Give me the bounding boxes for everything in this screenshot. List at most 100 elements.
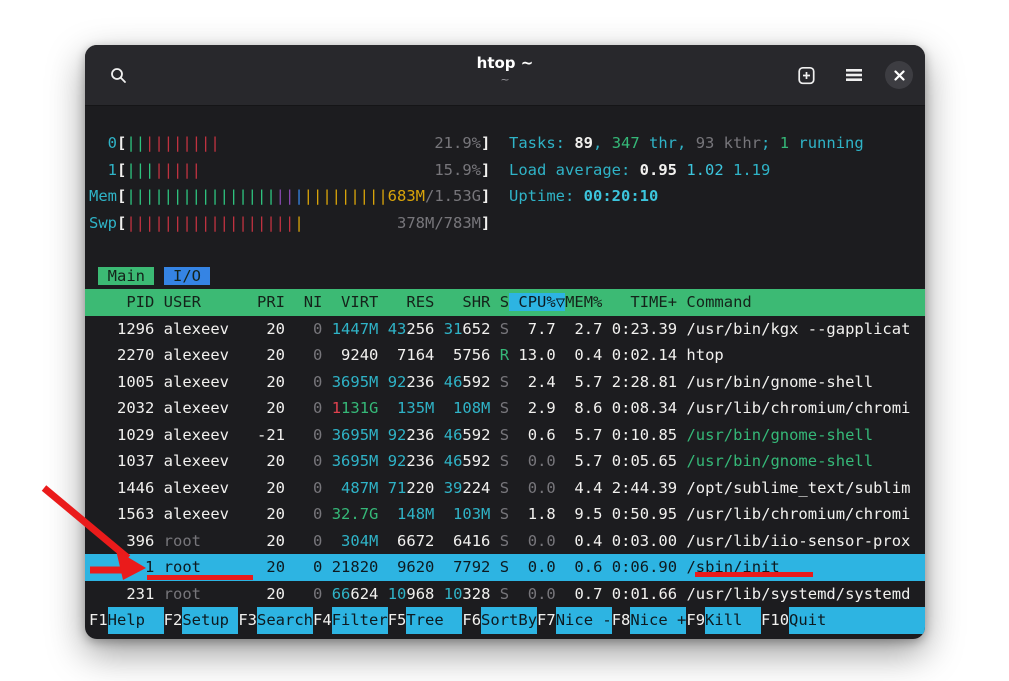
cell-command: /opt/sublime_text/sublim xyxy=(677,479,910,497)
cell-cpu: 7.7 xyxy=(509,320,556,338)
cell-shr: 31652 xyxy=(434,320,490,338)
process-row-selected[interactable]: 1 root 20 0 21820 9620 7792 S 0.0 0.6 0:… xyxy=(85,554,925,581)
tab-main[interactable]: Main xyxy=(98,267,154,285)
cell-pri: -21 xyxy=(248,426,285,444)
cell-command: /usr/lib/chromium/chromi xyxy=(677,399,910,417)
cell-ni: 0 xyxy=(285,320,322,338)
cell-res: 43256 xyxy=(378,320,434,338)
process-row[interactable]: 2270 alexeev 20 0 9240 7164 5756 R 13.0 … xyxy=(85,342,925,369)
cell-shr: 46592 xyxy=(434,373,490,391)
meter-line-0: 0[|||||||||| 21.9%] Tasks: 89, 347 thr, … xyxy=(85,130,925,157)
column-header-mem[interactable]: ▽MEM% xyxy=(556,293,603,311)
cell-mem: 0.6 xyxy=(556,558,603,576)
process-row[interactable]: 1005 alexeev 20 0 3695M 92236 46592 S 2.… xyxy=(85,369,925,396)
column-header-cpu[interactable]: CPU% xyxy=(509,293,556,311)
process-row[interactable]: 1446 alexeev 20 0 487M 71220 39224 S 0.0… xyxy=(85,475,925,502)
cell-time: 0:06.90 xyxy=(602,558,677,576)
cell-user: alexeev xyxy=(154,346,247,364)
cell-pid: 231 xyxy=(89,585,154,603)
cell-command: /usr/lib/chromium/chromi xyxy=(677,505,910,523)
cell-shr: 108M xyxy=(434,399,490,417)
cell-mem: 0.7 xyxy=(556,585,603,603)
cell-mem: 0.4 xyxy=(556,532,603,550)
column-header-shr[interactable]: SHR xyxy=(434,293,490,311)
process-row[interactable]: 1563 alexeev 20 0 32.7G 148M 103M S 1.8 … xyxy=(85,501,925,528)
close-button[interactable] xyxy=(885,61,913,89)
process-row[interactable]: 2032 alexeev 20 0 1131G 135M 108M S 2.9 … xyxy=(85,395,925,422)
process-row[interactable]: 231 root 20 0 66624 10968 10328 S 0.0 0.… xyxy=(85,581,925,608)
fkey-bar-filler xyxy=(826,607,925,634)
fkey-f9-kill[interactable]: Kill xyxy=(705,607,761,634)
cell-cpu: 0.6 xyxy=(509,426,556,444)
cell-virt: 32.7G xyxy=(322,505,378,523)
cell-user: root xyxy=(154,558,247,576)
cell-command: /usr/lib/systemd/systemd xyxy=(677,585,910,603)
cell-s: S xyxy=(490,479,509,497)
process-row[interactable]: 1037 alexeev 20 0 3695M 92236 46592 S 0.… xyxy=(85,448,925,475)
cell-cpu: 0.0 xyxy=(509,532,556,550)
cell-virt: 3695M xyxy=(322,373,378,391)
cell-cpu: 0.0 xyxy=(509,452,556,470)
cell-mem: 4.4 xyxy=(556,479,603,497)
cell-res: 7164 xyxy=(378,346,434,364)
cell-pri: 20 xyxy=(248,558,285,576)
cell-ni: 0 xyxy=(285,558,322,576)
menu-icon xyxy=(845,68,863,82)
column-header-ni[interactable]: NI xyxy=(285,293,322,311)
cell-ni: 0 xyxy=(285,346,322,364)
cell-res: 6672 xyxy=(378,532,434,550)
cell-user: alexeev xyxy=(154,399,247,417)
cell-user: alexeev xyxy=(154,505,247,523)
fkey-f8-nice-[interactable]: Nice + xyxy=(630,607,686,634)
cell-user: root xyxy=(154,532,247,550)
column-header-res[interactable]: RES xyxy=(378,293,434,311)
fkey-f2-setup[interactable]: Setup xyxy=(182,607,238,634)
new-tab-button[interactable] xyxy=(789,58,823,92)
cell-s: S xyxy=(490,320,509,338)
spacer-line xyxy=(85,236,925,263)
process-row[interactable]: 1029 alexeev -21 0 3695M 92236 46592 S 0… xyxy=(85,422,925,449)
column-header-pid[interactable]: PID xyxy=(89,293,154,311)
cell-virt: 9240 xyxy=(322,346,378,364)
fkey-f1-help[interactable]: Help xyxy=(108,607,164,634)
cell-user: alexeev xyxy=(154,426,247,444)
fkey-f2-key: F2 xyxy=(164,607,183,634)
cell-res: 92236 xyxy=(378,452,434,470)
column-header-user[interactable]: USER xyxy=(154,293,247,311)
cell-shr: 5756 xyxy=(434,346,490,364)
search-icon xyxy=(110,67,127,84)
fkey-f7-nice-[interactable]: Nice - xyxy=(556,607,612,634)
fkey-f10-quit[interactable]: Quit xyxy=(789,607,826,634)
cell-time: 0:10.85 xyxy=(602,426,677,444)
tab-io[interactable]: I/O xyxy=(164,267,211,285)
column-header-command[interactable]: Command xyxy=(677,293,752,311)
console-window: htop ~ ~ xyxy=(85,45,925,639)
fkey-f3-search[interactable]: Search xyxy=(257,607,313,634)
cell-shr: 6416 xyxy=(434,532,490,550)
cell-pid: 1037 xyxy=(89,452,154,470)
function-key-bar: F1Help F2Setup F3SearchF4FilterF5Tree F6… xyxy=(85,607,925,634)
cell-time: 0:23.39 xyxy=(602,320,677,338)
cell-cpu: 13.0 xyxy=(509,346,556,364)
column-header-s[interactable]: S xyxy=(490,293,509,311)
column-header-time[interactable]: TIME+ xyxy=(602,293,677,311)
titlebar[interactable]: htop ~ ~ xyxy=(85,45,925,106)
menu-button[interactable] xyxy=(837,58,871,92)
cell-shr: 10328 xyxy=(434,585,490,603)
cell-res: 10968 xyxy=(378,585,434,603)
cell-res: 135M xyxy=(378,399,434,417)
fkey-f5-tree[interactable]: Tree xyxy=(406,607,462,634)
cell-pri: 20 xyxy=(248,399,285,417)
cell-shr: 103M xyxy=(434,505,490,523)
fkey-f6-sortby[interactable]: SortBy xyxy=(481,607,537,634)
cell-time: 0:05.65 xyxy=(602,452,677,470)
cell-s: S xyxy=(490,373,509,391)
process-row[interactable]: 1296 alexeev 20 0 1447M 43256 31652 S 7.… xyxy=(85,316,925,343)
search-button[interactable] xyxy=(101,58,135,92)
process-row[interactable]: 396 root 20 0 304M 6672 6416 S 0.0 0.4 0… xyxy=(85,528,925,555)
cell-command: /usr/bin/kgx --gapplicat xyxy=(677,320,910,338)
column-header-virt[interactable]: VIRT xyxy=(322,293,378,311)
fkey-f4-filter[interactable]: Filter xyxy=(332,607,388,634)
column-header-pri[interactable]: PRI xyxy=(248,293,285,311)
cell-pri: 20 xyxy=(248,373,285,391)
